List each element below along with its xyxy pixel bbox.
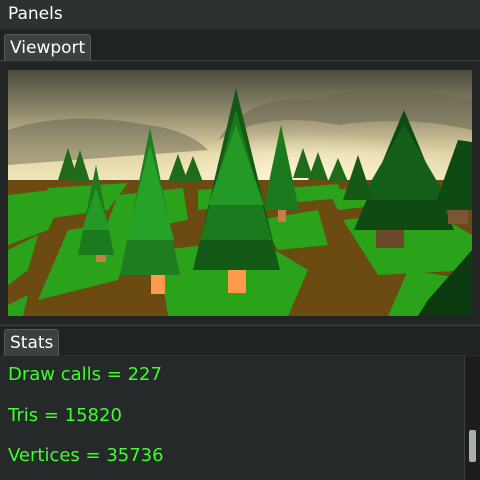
panels-window: Panels Viewport Stats Draw calls = 227 T… <box>0 0 480 480</box>
tab-stats[interactable]: Stats <box>4 329 60 356</box>
viewport-3d-scene[interactable] <box>8 70 472 316</box>
viewport-tab-bar: Viewport <box>0 31 480 61</box>
stat-vertices: Vertices = 35736 <box>8 445 164 466</box>
stat-tris: Tris = 15820 <box>8 405 122 426</box>
forest-scene-render <box>8 70 472 316</box>
tab-viewport[interactable]: Viewport <box>4 34 92 61</box>
stats-tab-bar: Stats <box>0 325 480 356</box>
stat-draw-calls: Draw calls = 227 <box>8 364 162 385</box>
stats-scroll-thumb[interactable] <box>469 430 476 462</box>
window-title: Panels <box>8 4 63 24</box>
tab-stats-label: Stats <box>10 333 54 353</box>
window-title-bar[interactable]: Panels <box>0 0 480 30</box>
tab-viewport-label: Viewport <box>10 38 86 58</box>
viewport-panel <box>0 62 480 324</box>
stats-scrollbar[interactable] <box>464 356 480 480</box>
stats-panel: Draw calls = 227 Tris = 15820 Vertices =… <box>0 356 480 480</box>
